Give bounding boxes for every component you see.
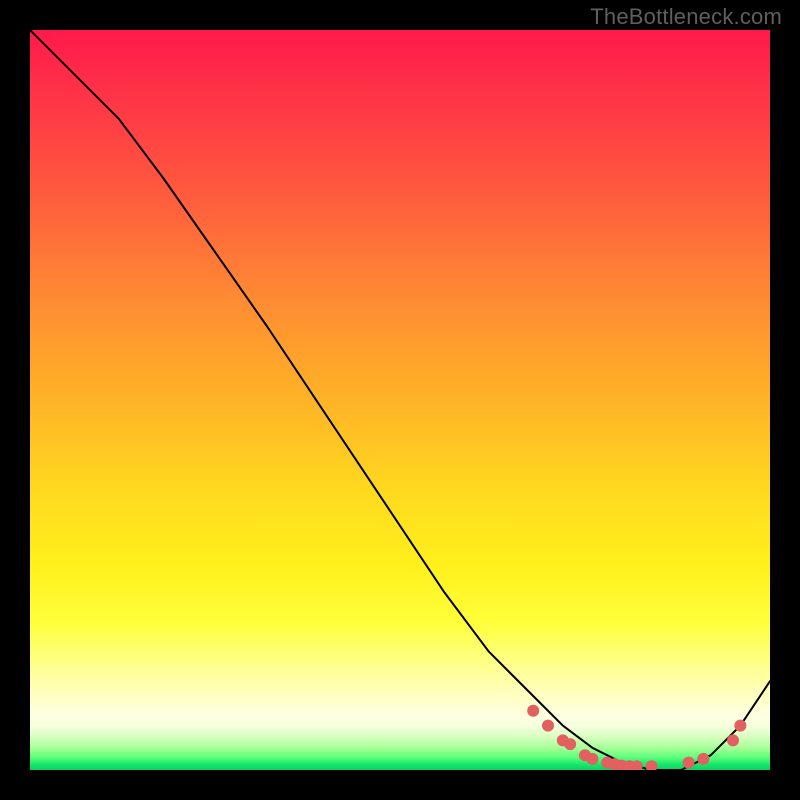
watermark-text: TheBottleneck.com <box>590 4 782 30</box>
marker-dot <box>527 705 539 717</box>
plot-area <box>30 30 770 770</box>
marker-dot <box>683 757 695 769</box>
marker-group <box>527 705 746 770</box>
chart-overlay <box>30 30 770 770</box>
marker-dot <box>542 720 554 732</box>
marker-dot <box>646 760 658 770</box>
marker-dot <box>564 738 576 750</box>
marker-dot <box>697 753 709 765</box>
marker-dot <box>734 720 746 732</box>
marker-dot <box>727 734 739 746</box>
bottleneck-curve <box>30 30 770 770</box>
chart-container: TheBottleneck.com <box>0 0 800 800</box>
marker-dot <box>586 753 598 765</box>
